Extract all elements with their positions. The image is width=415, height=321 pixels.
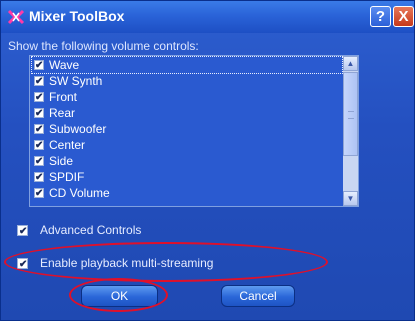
instruction-label: Show the following volume controls: — [8, 39, 199, 53]
title-bar[interactable]: Mixer ToolBox ? X — [1, 1, 414, 33]
scroll-thumb[interactable] — [343, 72, 358, 156]
window-title: Mixer ToolBox — [29, 8, 125, 24]
advanced-controls-checkbox[interactable] — [17, 224, 28, 240]
spdif-checkbox[interactable] — [34, 170, 44, 186]
list-item-label: Wave — [49, 58, 80, 72]
cancel-button[interactable]: Cancel — [221, 285, 295, 307]
list-item-label: Subwoofer — [49, 122, 107, 136]
side-checkbox[interactable] — [34, 154, 44, 170]
list-item-label: Front — [49, 90, 78, 104]
front-checkbox[interactable] — [34, 90, 44, 106]
mixer-toolbox-dialog: Mixer ToolBox ? X Show the following vol… — [0, 0, 415, 321]
scroll-down-arrow-icon[interactable]: ▼ — [343, 191, 358, 206]
rear-checkbox[interactable] — [34, 106, 44, 122]
wave-checkbox[interactable] — [34, 58, 44, 74]
list-item-label: Rear — [49, 106, 76, 120]
list-item-label: Side — [49, 154, 74, 168]
list-item-wave[interactable]: Wave — [31, 56, 343, 74]
list-item-label: SW Synth — [49, 74, 103, 88]
scroll-up-arrow-icon[interactable]: ▲ — [343, 56, 358, 71]
list-item-label: CD Volume — [49, 186, 110, 200]
sw-synth-checkbox[interactable] — [34, 74, 44, 90]
volume-controls-list[interactable]: Wave SW Synth Front Rear Subwoofer Cente… — [29, 55, 359, 207]
multi-streaming-label: Enable playback multi-streaming — [40, 256, 214, 270]
close-button[interactable]: X — [393, 6, 414, 27]
list-scrollbar[interactable]: ▲ ▼ — [343, 56, 358, 206]
multi-streaming-checkbox[interactable] — [17, 257, 28, 273]
grip-icon — [348, 111, 354, 119]
subwoofer-checkbox[interactable] — [34, 122, 44, 138]
help-button[interactable]: ? — [370, 6, 391, 27]
list-item-subwoofer[interactable]: Subwoofer — [32, 121, 342, 138]
list-item-spdif[interactable]: SPDIF — [32, 169, 342, 186]
cd-volume-checkbox[interactable] — [34, 186, 44, 202]
list-item-label: SPDIF — [49, 170, 85, 184]
advanced-controls-label: Advanced Controls — [40, 223, 142, 237]
list-item-label: Center — [49, 138, 86, 152]
list-item-sw-synth[interactable]: SW Synth — [32, 73, 342, 90]
list-item-center[interactable]: Center — [32, 137, 342, 154]
ok-button[interactable]: OK — [81, 285, 158, 307]
mixer-app-icon — [7, 9, 25, 25]
list-item-side[interactable]: Side — [32, 153, 342, 170]
list-item-rear[interactable]: Rear — [32, 105, 342, 122]
list-item-front[interactable]: Front — [32, 89, 342, 106]
list-item-cd-volume[interactable]: CD Volume — [32, 185, 342, 202]
center-checkbox[interactable] — [34, 138, 44, 154]
